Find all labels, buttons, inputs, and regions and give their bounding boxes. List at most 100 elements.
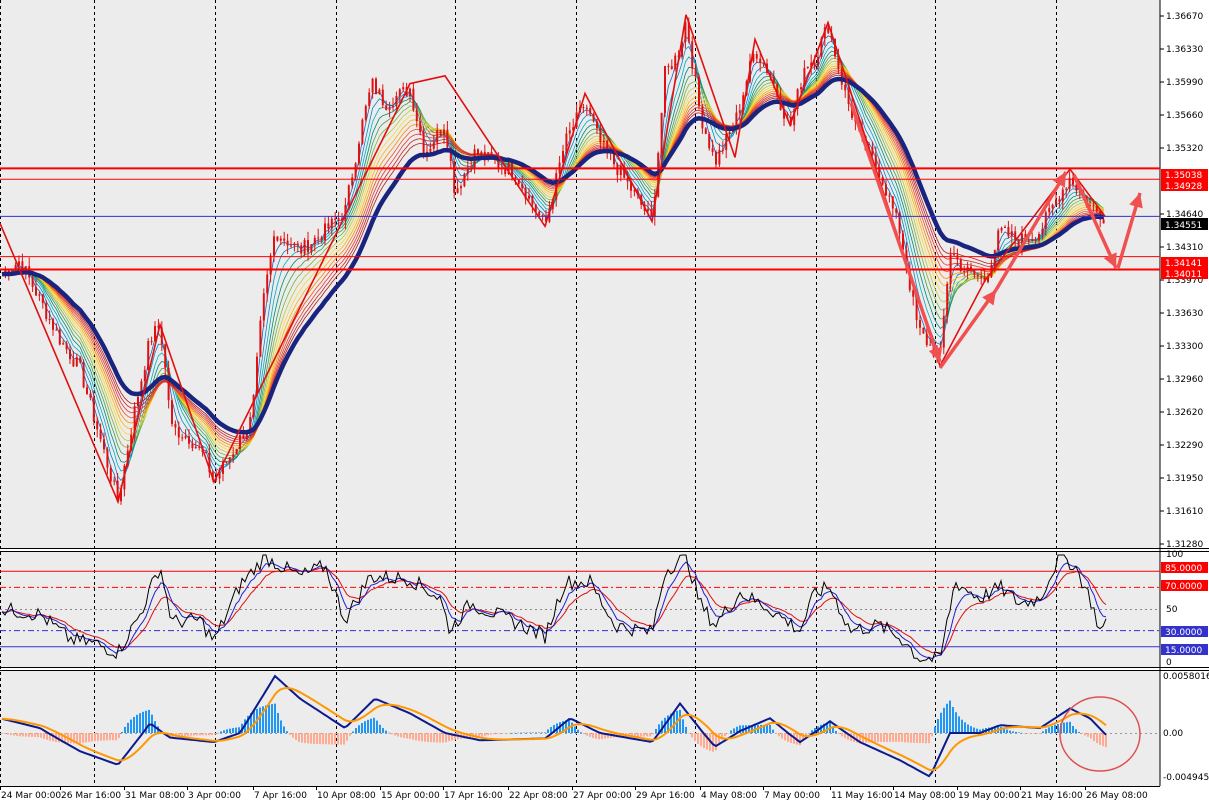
candle-body — [273, 236, 275, 256]
macd-histogram-bar — [943, 707, 945, 733]
candle-body — [235, 449, 238, 455]
macd-histogram-bar — [535, 732, 537, 734]
macd-histogram-bar — [1030, 733, 1032, 734]
candle-body — [721, 149, 724, 151]
macd-histogram-bar — [952, 707, 954, 733]
candle-body — [293, 243, 296, 246]
candle-body — [1000, 227, 1003, 231]
macd-histogram-bar — [325, 733, 327, 745]
macd-histogram-bar — [571, 722, 573, 733]
candle-body — [439, 129, 442, 136]
macd-histogram-bar — [415, 733, 417, 741]
candle-body — [460, 186, 462, 189]
time-tick-label: 7 May 00:00 — [764, 791, 820, 801]
macd-histogram-bar — [283, 726, 285, 733]
macd-histogram-bar — [403, 733, 405, 738]
time-tick-label: 14 May 08:00 — [894, 791, 956, 801]
candle-body — [58, 329, 61, 345]
macd-histogram-bar — [598, 733, 600, 740]
time-tick-label: 26 May 08:00 — [1086, 791, 1148, 801]
macd-histogram-bar — [889, 733, 891, 742]
candle-body — [698, 76, 700, 107]
macd-histogram-bar — [214, 733, 216, 735]
macd-histogram-bar — [496, 733, 498, 734]
candle-body — [347, 185, 350, 205]
macd-histogram-bar — [397, 733, 399, 737]
candle-body — [1031, 239, 1034, 241]
candle-body — [31, 277, 34, 287]
macd-histogram-bar — [835, 730, 837, 733]
candle-body — [1007, 226, 1010, 237]
candle-body — [52, 318, 54, 330]
macd-histogram-bar — [34, 733, 36, 737]
macd-histogram-bar — [313, 733, 315, 744]
macd-histogram-bar — [901, 733, 903, 743]
time-tick-label: 10 Apr 08:00 — [317, 791, 376, 801]
price-tick-label: 1.33300 — [1166, 342, 1203, 352]
candle-body — [929, 344, 932, 346]
candle-body — [1034, 239, 1037, 241]
macd-histogram-bar — [970, 726, 972, 733]
candle-body — [75, 357, 78, 367]
candle-body — [670, 66, 673, 69]
candle-body — [92, 397, 95, 422]
macd-histogram-bar — [1093, 733, 1095, 742]
macd-histogram-bar — [319, 733, 321, 745]
candle-body — [711, 148, 714, 152]
macd-histogram-bar — [202, 733, 204, 736]
candle-body — [885, 184, 887, 196]
macd-histogram-bar — [142, 711, 144, 733]
chart-canvas[interactable]: 1.366701.363301.359901.356601.353201.346… — [0, 0, 1209, 803]
candle-body — [242, 435, 245, 439]
candle-body — [568, 130, 571, 134]
price-tick-label: 1.36330 — [1166, 45, 1203, 55]
candle-body — [320, 237, 323, 241]
macd-histogram-bar — [502, 733, 504, 734]
macd-histogram-bar — [1069, 721, 1071, 733]
price-tick-label: 1.31610 — [1166, 507, 1203, 517]
candle-body — [191, 443, 194, 449]
macd-histogram-bar — [961, 719, 963, 733]
candle-body — [660, 112, 663, 154]
macd-histogram-bar — [691, 733, 693, 738]
macd-histogram-bar — [184, 733, 186, 737]
macd-histogram-bar — [649, 733, 651, 737]
candle-body — [262, 293, 265, 321]
candle-body — [708, 133, 711, 149]
macd-histogram-bar — [412, 733, 414, 740]
candle-body — [86, 387, 88, 394]
candle-body — [415, 110, 418, 122]
macd-histogram-bar — [439, 733, 441, 743]
candle-body — [38, 294, 41, 296]
macd-histogram-bar — [1051, 725, 1053, 733]
macd-histogram-bar — [841, 733, 843, 737]
candle-body — [45, 303, 48, 319]
macd-histogram-bar — [1063, 722, 1065, 733]
candle-body — [963, 270, 966, 272]
candle-body — [817, 56, 819, 67]
macd-panel[interactable] — [0, 670, 1160, 786]
candle-body — [324, 223, 326, 241]
macd-histogram-bar — [1075, 729, 1077, 733]
candle-body — [310, 244, 313, 253]
macd-histogram-bar — [10, 733, 12, 736]
candle-body — [602, 140, 605, 143]
macd-histogram-bar — [781, 733, 783, 739]
candle-body — [528, 195, 530, 199]
macd-histogram-bar — [379, 724, 381, 733]
candle-body — [35, 286, 37, 296]
candle-body — [942, 316, 945, 348]
macd-histogram-bar — [331, 733, 333, 745]
macd-histogram-bar — [409, 733, 411, 739]
macd-histogram-bar — [958, 716, 960, 733]
candle-body — [619, 165, 622, 176]
macd-histogram-bar — [541, 732, 543, 733]
time-tick-label: 4 May 08:00 — [701, 791, 757, 801]
candle-body — [143, 369, 146, 382]
time-tick-label: 31 Mar 08:00 — [125, 791, 185, 801]
candle-body — [69, 349, 71, 360]
candle-body — [259, 320, 262, 357]
candle-body — [137, 396, 139, 407]
candle-body — [177, 427, 180, 438]
macd-histogram-bar — [547, 729, 549, 733]
